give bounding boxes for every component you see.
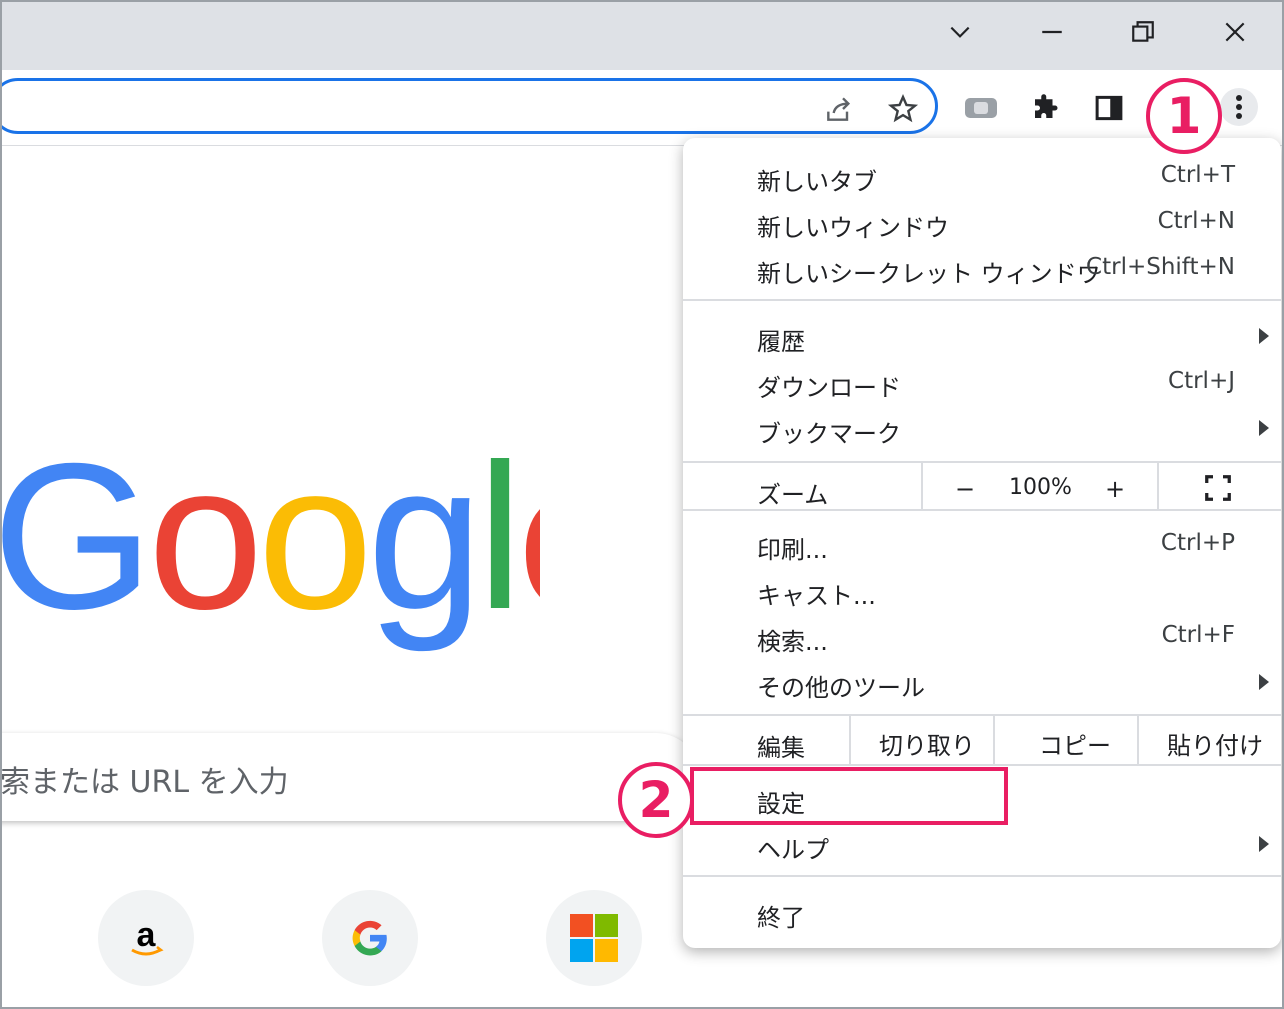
chrome-menu-button[interactable] bbox=[1220, 88, 1258, 126]
shortcut-amazon[interactable]: a bbox=[98, 890, 194, 986]
menu-zoom-row: ズーム − 100% + bbox=[683, 463, 1281, 509]
svg-text:a: a bbox=[137, 916, 157, 954]
submenu-arrow-icon bbox=[1259, 674, 1269, 690]
edit-label: 編集 bbox=[757, 734, 805, 762]
edit-divider bbox=[1137, 716, 1139, 764]
logo-letter: g bbox=[367, 458, 477, 653]
paste-button[interactable]: 貼り付け bbox=[1167, 726, 1263, 761]
edit-divider bbox=[993, 716, 995, 764]
shortcut-google[interactable] bbox=[322, 890, 418, 986]
step-1-badge: 1 bbox=[1146, 78, 1222, 154]
menu-item-find[interactable]: 検索... Ctrl+F bbox=[683, 614, 1281, 660]
menu-separator bbox=[683, 509, 1281, 511]
restore-button[interactable] bbox=[1121, 10, 1165, 54]
menu-separator bbox=[683, 299, 1281, 301]
menu-item-label: 検索... bbox=[757, 628, 828, 656]
fullscreen-icon[interactable] bbox=[1203, 473, 1233, 503]
share-icon[interactable] bbox=[823, 93, 855, 125]
menu-item-label: ダウンロード bbox=[757, 374, 901, 402]
menu-item-new-window[interactable]: 新しいウィンドウ Ctrl+N bbox=[683, 200, 1281, 246]
cut-button[interactable]: 切り取り bbox=[879, 726, 975, 761]
zoom-divider bbox=[1157, 463, 1159, 509]
chrome-main-menu: 新しいタブ Ctrl+T 新しいウィンドウ Ctrl+N 新しいシークレット ウ… bbox=[683, 138, 1281, 948]
address-bar[interactable] bbox=[0, 78, 938, 134]
google-logo: Google bbox=[0, 458, 540, 653]
zoom-in-button[interactable]: + bbox=[1105, 475, 1125, 503]
puzzle-icon[interactable] bbox=[1027, 90, 1063, 126]
logo-letter: G bbox=[0, 458, 148, 653]
menu-item-help[interactable]: ヘルプ bbox=[683, 822, 1281, 868]
submenu-arrow-icon bbox=[1259, 420, 1269, 436]
menu-item-shortcut: Ctrl+Shift+N bbox=[1086, 254, 1235, 280]
menu-item-new-incognito-window[interactable]: 新しいシークレット ウィンドウ Ctrl+Shift+N bbox=[683, 246, 1281, 292]
menu-separator bbox=[683, 875, 1281, 877]
close-icon bbox=[1225, 22, 1245, 42]
google-g-icon bbox=[352, 920, 387, 956]
menu-item-print[interactable]: 印刷... Ctrl+P bbox=[683, 522, 1281, 568]
zoom-level: 100% bbox=[1009, 475, 1072, 500]
menu-item-label: 新しいシークレット ウィンドウ bbox=[757, 260, 1101, 288]
amazon-icon: a bbox=[131, 916, 164, 956]
menu-item-history[interactable]: 履歴 bbox=[683, 314, 1281, 360]
menu-item-label: ブックマーク bbox=[757, 420, 901, 448]
logo-letter: e bbox=[517, 458, 540, 653]
title-bar bbox=[0, 0, 1284, 70]
submenu-arrow-icon bbox=[1259, 836, 1269, 852]
menu-item-label: 新しいタブ bbox=[757, 168, 877, 196]
search-box-text: 索または URL を入力 bbox=[0, 765, 289, 800]
svg-text:Google: Google bbox=[0, 458, 540, 653]
toolbar bbox=[0, 70, 1284, 146]
menu-item-cast[interactable]: キャスト... bbox=[683, 568, 1281, 614]
side-panel-icon[interactable] bbox=[1091, 90, 1127, 126]
menu-item-shortcut: Ctrl+F bbox=[1161, 622, 1235, 648]
zoom-out-button[interactable]: − bbox=[955, 475, 975, 503]
menu-item-label: 新しいウィンドウ bbox=[757, 214, 949, 242]
minimize-icon bbox=[1042, 30, 1062, 34]
menu-item-bookmarks[interactable]: ブックマーク bbox=[683, 406, 1281, 452]
menu-item-label: 印刷... bbox=[757, 536, 828, 564]
menu-item-shortcut: Ctrl+J bbox=[1168, 368, 1235, 394]
menu-item-new-tab[interactable]: 新しいタブ Ctrl+T bbox=[683, 154, 1281, 200]
menu-edit-row: 編集 切り取り コピー 貼り付け bbox=[683, 716, 1281, 764]
copy-button[interactable]: コピー bbox=[1039, 726, 1111, 761]
search-box[interactable]: 索または URL を入力 bbox=[0, 733, 700, 821]
menu-item-label: 履歴 bbox=[757, 328, 805, 356]
menu-item-label: その他のツール bbox=[757, 674, 925, 702]
submenu-arrow-icon bbox=[1259, 328, 1269, 344]
menu-item-exit[interactable]: 終了 bbox=[683, 890, 1281, 936]
logo-letter: l bbox=[477, 458, 517, 653]
step-2-badge: 2 bbox=[618, 762, 694, 838]
menu-item-label: キャスト... bbox=[757, 582, 876, 610]
shortcut-microsoft[interactable] bbox=[546, 890, 642, 986]
minimize-button[interactable] bbox=[1030, 10, 1074, 54]
close-button[interactable] bbox=[1213, 10, 1257, 54]
chevron-down-icon bbox=[950, 26, 970, 38]
restore-icon bbox=[1132, 21, 1154, 42]
zoom-divider bbox=[921, 463, 923, 509]
menu-separator bbox=[683, 764, 1281, 766]
settings-highlight-box bbox=[690, 767, 1008, 825]
microsoft-icon bbox=[570, 914, 618, 962]
star-icon[interactable] bbox=[887, 93, 919, 125]
zoom-label: ズーム bbox=[757, 481, 829, 509]
menu-item-shortcut: Ctrl+T bbox=[1160, 162, 1235, 188]
extension-badge-icon[interactable] bbox=[963, 90, 999, 126]
menu-item-label: 終了 bbox=[757, 904, 805, 932]
logo-letter: o bbox=[257, 458, 367, 653]
menu-item-more-tools[interactable]: その他のツール bbox=[683, 660, 1281, 706]
menu-item-downloads[interactable]: ダウンロード Ctrl+J bbox=[683, 360, 1281, 406]
vertical-dots-icon bbox=[1236, 95, 1242, 119]
menu-item-label: ヘルプ bbox=[757, 836, 829, 864]
tab-search-button[interactable] bbox=[938, 10, 982, 54]
menu-item-shortcut: Ctrl+P bbox=[1160, 530, 1235, 556]
menu-item-shortcut: Ctrl+N bbox=[1157, 208, 1235, 234]
edit-divider bbox=[849, 716, 851, 764]
logo-letter: o bbox=[148, 458, 258, 653]
